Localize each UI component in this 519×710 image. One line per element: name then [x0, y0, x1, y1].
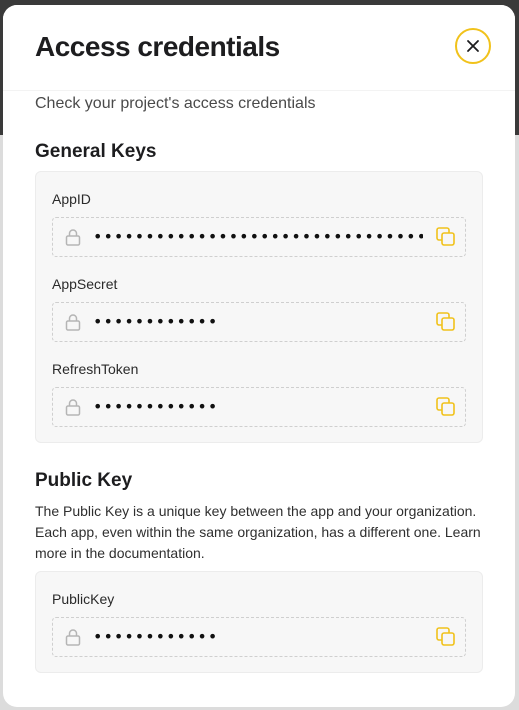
field-label-refreshtoken: RefreshToken	[52, 361, 139, 377]
appid-field[interactable]: ••••••••••••••••••••••••••••••••••••••••	[52, 217, 466, 257]
modal-subtitle: Check your project's access credentials	[35, 95, 316, 112]
modal-header: Access credentials	[3, 5, 515, 91]
copy-icon[interactable]	[435, 226, 457, 248]
lock-icon	[65, 229, 81, 246]
field-label-appsecret: AppSecret	[52, 276, 118, 292]
modal-title: Access credentials	[35, 31, 280, 62]
copy-icon[interactable]	[435, 626, 457, 648]
close-icon	[467, 40, 479, 52]
lock-icon	[65, 314, 81, 331]
appid-value: ••••••••••••••••••••••••••••••••••••••••	[93, 227, 423, 246]
public-key-title: Public Key	[35, 470, 133, 491]
copy-icon[interactable]	[435, 311, 457, 333]
publickey-value: ••••••••••••	[93, 627, 219, 646]
refreshtoken-value: ••••••••••••	[93, 397, 219, 416]
copy-icon[interactable]	[435, 396, 457, 418]
public-key-card: PublicKey ••••••••••••	[35, 571, 483, 673]
general-keys-card: AppID ••••••••••••••••••••••••••••••••••…	[35, 171, 483, 443]
publickey-field[interactable]: ••••••••••••	[52, 617, 466, 657]
access-credentials-modal: Access credentials Check your project's …	[3, 5, 515, 707]
public-key-description: The Public Key is a unique key between t…	[35, 503, 481, 561]
refreshtoken-field[interactable]: ••••••••••••	[52, 387, 466, 427]
appsecret-value: ••••••••••••	[93, 312, 219, 331]
lock-icon	[65, 399, 81, 416]
appsecret-field[interactable]: ••••••••••••	[52, 302, 466, 342]
lock-icon	[65, 629, 81, 646]
field-label-appid: AppID	[52, 191, 91, 207]
general-keys-title: General Keys	[35, 141, 157, 162]
close-button[interactable]	[455, 28, 491, 64]
field-label-publickey: PublicKey	[52, 591, 115, 607]
